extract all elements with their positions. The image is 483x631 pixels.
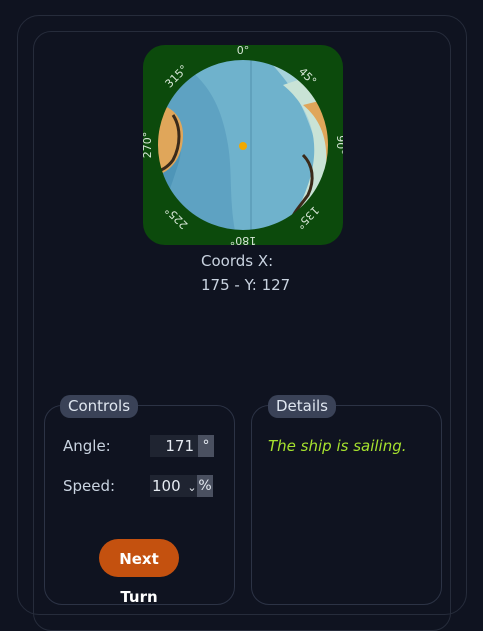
coords-x-label: Coords X: <box>201 252 274 270</box>
speed-label: Speed: <box>63 477 116 495</box>
angle-label: Angle: <box>63 437 111 455</box>
angle-unit: ° <box>198 435 214 457</box>
ship-marker <box>239 142 247 150</box>
compass-label-0: 0° <box>237 45 250 57</box>
compass-label-90: 90° <box>334 135 343 155</box>
chevron-down-icon: ⌄ <box>187 481 197 494</box>
details-panel <box>251 405 442 605</box>
coords-values: 175 - Y: 127 <box>201 276 291 294</box>
status-message: The ship is sailing. <box>268 437 407 455</box>
speed-select[interactable]: 100 ⌄ <box>150 475 198 497</box>
speed-unit: % <box>197 475 213 497</box>
navigation-map: 0° 45° 90° 135° 180° 225° 270° 315° <box>143 45 343 245</box>
angle-input[interactable]: 171 <box>150 435 198 457</box>
compass-label-180: 180° <box>230 234 257 245</box>
compass-label-270: 270° <box>143 132 154 159</box>
next-turn-button[interactable]: Next Turn <box>99 539 179 606</box>
map-svg: 0° 45° 90° 135° 180° 225° 270° 315° <box>143 45 343 245</box>
details-legend: Details <box>268 395 337 418</box>
coordinates-readout: Coords X: 175 - Y: 127 <box>201 249 290 297</box>
speed-value: 100 <box>152 477 181 495</box>
controls-legend: Controls <box>60 395 139 418</box>
